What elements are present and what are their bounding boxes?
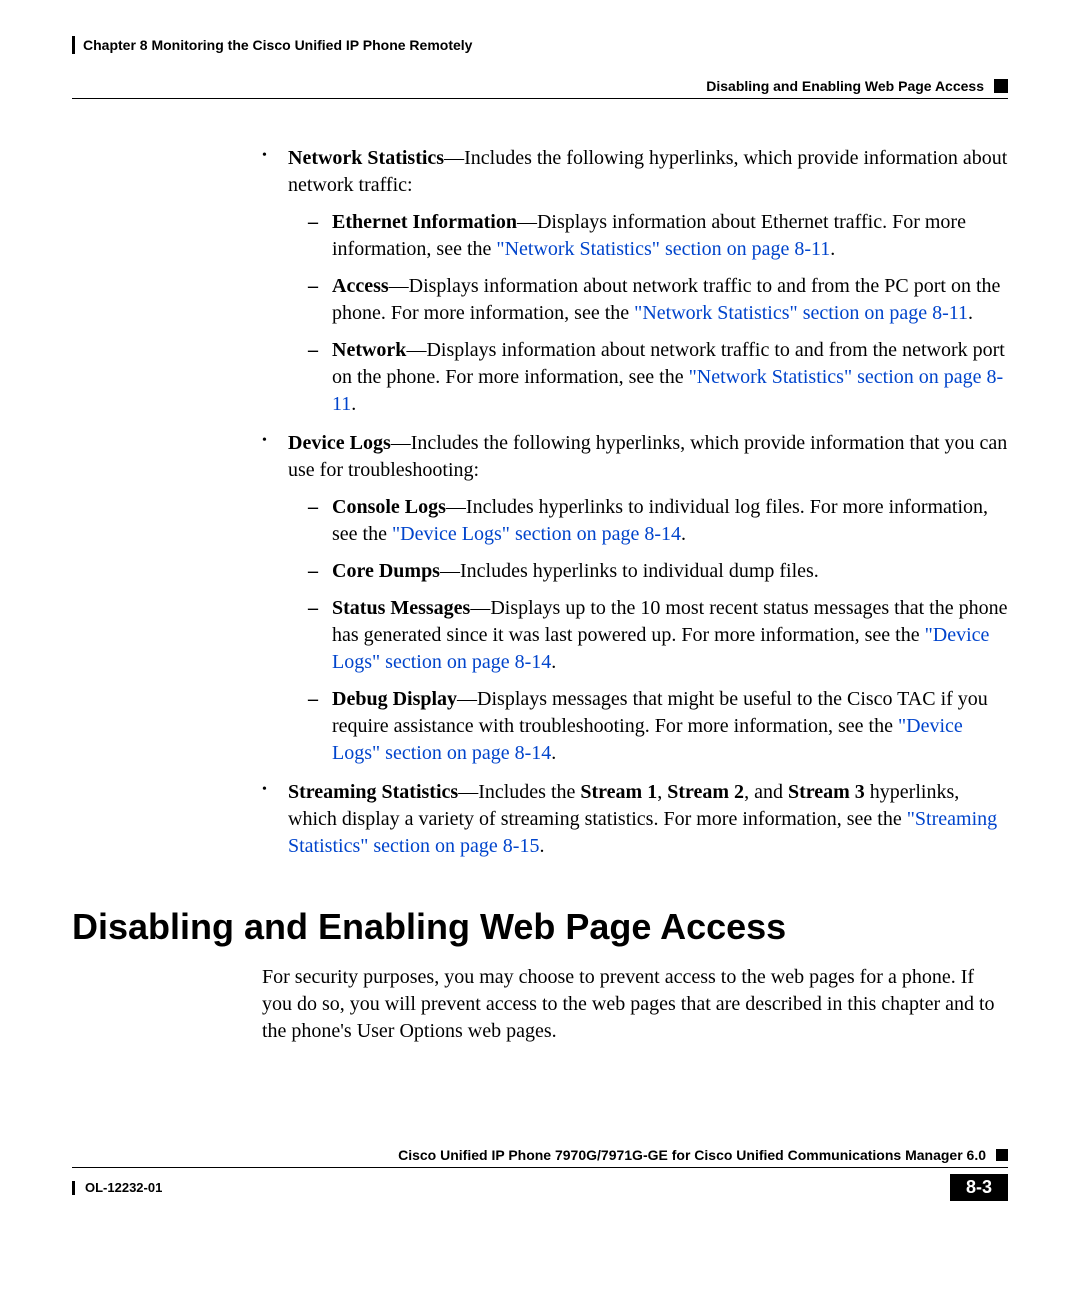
bullet-term: Ethernet Information	[332, 211, 517, 233]
bullet-term: Core Dumps	[332, 560, 440, 582]
bullet-term: Network	[332, 339, 406, 361]
bullet-text: —Includes the following hyperlinks, whic…	[288, 432, 1007, 481]
bullet-term: Network Statistics	[288, 147, 444, 169]
section-heading: Disabling and Enabling Web Page Access	[72, 906, 1008, 948]
stream-name: Stream 3	[788, 781, 865, 803]
bullet-text: .	[539, 835, 544, 857]
list-item: Device Logs—Includes the following hyper…	[262, 430, 1008, 767]
bullet-text: .	[830, 238, 835, 260]
bullet-list-level2: Console Logs —Includes hyperlinks to indi…	[288, 494, 1008, 767]
list-item: Network Statistics—Includes the followin…	[262, 145, 1008, 418]
running-header: Chapter 8 Monitoring the Cisco Unified I…	[72, 36, 1008, 54]
stream-name: Stream 2	[667, 781, 744, 803]
page-number: 8-3	[950, 1174, 1008, 1201]
list-item: Core Dumps—Includes hyperlinks to indivi…	[308, 558, 1008, 585]
square-icon	[996, 1149, 1008, 1161]
vertical-rule-icon	[72, 1181, 75, 1195]
bullet-term: Debug Display	[332, 688, 457, 710]
list-item: Debug Display—Displays messages that mig…	[308, 686, 1008, 767]
bullet-term: Access	[332, 275, 389, 297]
footer-title-row: Cisco Unified IP Phone 7970G/7971G-GE fo…	[72, 1147, 1008, 1163]
footer-title: Cisco Unified IP Phone 7970G/7971G-GE fo…	[398, 1147, 986, 1163]
vertical-rule-icon	[72, 36, 75, 54]
running-header-left: Chapter 8 Monitoring the Cisco Unified I…	[72, 36, 472, 54]
footer-bottom-row: OL-12232-01 8-3	[72, 1174, 1008, 1201]
chapter-label: Chapter 8 Monitoring the Cisco Unified I…	[83, 37, 472, 53]
document-id: OL-12232-01	[85, 1180, 162, 1195]
list-item: Console Logs—Includes hyperlinks to indi…	[308, 494, 1008, 548]
bullet-term: Device Logs	[288, 432, 391, 454]
stream-name: Stream 1	[580, 781, 657, 803]
bullet-term: Console Logs	[332, 496, 446, 518]
page-footer: Cisco Unified IP Phone 7970G/7971G-GE fo…	[72, 1147, 1008, 1201]
bullet-text: .	[551, 742, 556, 764]
cross-reference-link[interactable]: "Device Logs" section on page 8-14	[392, 523, 681, 545]
content-block: Network Statistics —Includes the followin…	[72, 145, 1008, 860]
bullet-text: .	[681, 523, 686, 545]
bullet-text: .	[968, 302, 973, 324]
list-item: Status Messages—Displays up to the 10 mo…	[308, 595, 1008, 676]
header-rule	[72, 98, 1008, 99]
bullet-list-level1: Network Statistics —Includes the followin…	[262, 145, 1008, 860]
list-item: Network—Displays information about netwo…	[308, 337, 1008, 418]
square-icon	[994, 79, 1008, 93]
bullet-text: .	[351, 393, 356, 415]
bullet-text: —Includes the	[458, 781, 580, 803]
section-label: Disabling and Enabling Web Page Access	[706, 78, 984, 94]
cross-reference-link[interactable]: "Network Statistics" section on page 8-1…	[496, 238, 830, 260]
body-paragraph: For security purposes, you may choose to…	[72, 964, 1008, 1045]
page: Chapter 8 Monitoring the Cisco Unified I…	[0, 0, 1080, 1311]
running-header-right: Disabling and Enabling Web Page Access	[72, 60, 1008, 94]
footer-rule	[72, 1167, 1008, 1168]
list-item: Access—Displays information about networ…	[308, 273, 1008, 327]
cross-reference-link[interactable]: "Network Statistics" section on page 8-1…	[634, 302, 968, 324]
bullet-term: Streaming Statistics	[288, 781, 458, 803]
list-item: Ethernet Information—Displays informatio…	[308, 209, 1008, 263]
list-item: Streaming Statistics—Includes the Stream…	[262, 779, 1008, 860]
bullet-text: ,	[657, 781, 667, 803]
footer-left: OL-12232-01	[72, 1180, 162, 1195]
bullet-text: —Includes hyperlinks to individual dump …	[440, 560, 819, 582]
bullet-text: .	[551, 651, 556, 673]
bullet-text: , and	[744, 781, 788, 803]
bullet-list-level2: Ethernet Information—Displays informatio…	[288, 209, 1008, 418]
bullet-term: Status Messages	[332, 597, 470, 619]
